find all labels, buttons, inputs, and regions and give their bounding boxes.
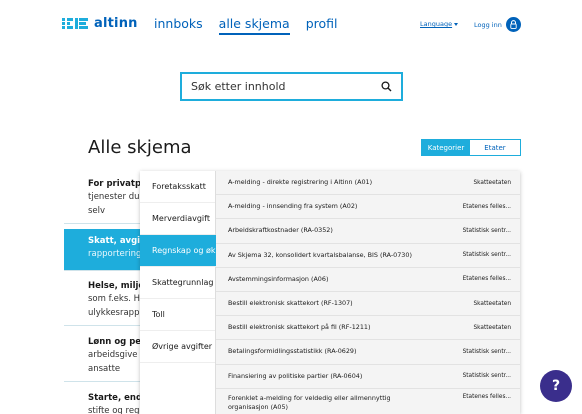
logo-mark-icon [62, 18, 89, 29]
subcategory-item[interactable]: Øvrige avgifter [140, 331, 215, 363]
language-selector[interactable]: Language [420, 20, 459, 28]
form-row[interactable]: Avstemmingsinformasjon (A06) Etatenes fe… [216, 267, 520, 292]
form-owner: Statistisk sentr... [462, 227, 511, 234]
subcategory-item[interactable]: Foretaksskatt [140, 171, 215, 203]
page-title: Alle skjema [88, 137, 192, 158]
padlock-icon [505, 17, 521, 32]
form-owner: Skatteetaten [473, 324, 511, 331]
search-input[interactable]: Søk etter innhold [191, 80, 375, 93]
subcategory-item[interactable]: Toll [140, 299, 215, 331]
subcategory-list: Foretaksskatt Merverdiavgift Regnskap og… [140, 171, 218, 414]
form-row[interactable]: Betalingsformidlingsstatistikk (RA-0629)… [216, 340, 520, 365]
logo-text: altinn [94, 16, 138, 31]
altinn-logo[interactable]: altinn [62, 16, 138, 31]
form-owner: Etatenes felles... [462, 393, 511, 400]
search-icon[interactable] [375, 76, 397, 98]
form-list: A-melding - direkte registrering i Altin… [216, 171, 520, 414]
help-button[interactable]: ? [540, 370, 572, 402]
subcategory-item[interactable]: Skattegrunnlag [140, 267, 215, 299]
nav-profil[interactable]: profil [306, 16, 338, 35]
form-name: Finansiering av politiske partier (RA-06… [228, 371, 363, 380]
form-row[interactable]: Finansiering av politiske partier (RA-06… [216, 364, 520, 389]
form-owner: Statistisk sentr... [462, 348, 511, 355]
form-name: Bestill elektronisk skattekort (RF-1307) [228, 299, 353, 308]
form-row[interactable]: Av Skjema 32, konsolidert kvartalsbalans… [216, 243, 520, 268]
view-toggle: Kategorier Etater [421, 139, 521, 156]
form-owner: Skatteetaten [473, 179, 511, 186]
form-name: A-melding - direkte registrering i Altin… [228, 178, 373, 187]
subcategory-item[interactable]: Merverdiavgift [140, 203, 215, 235]
form-name: Avstemmingsinformasjon (A06) [228, 274, 329, 283]
search-box[interactable]: Søk etter innhold [180, 72, 403, 101]
form-row[interactable]: Bestill elektronisk skattekort (RF-1307)… [216, 291, 520, 317]
form-name: Bestill elektronisk skattekort på fil (R… [228, 323, 371, 332]
toggle-etater[interactable]: Etater [470, 140, 520, 155]
form-name: Betalingsformidlingsstatistikk (RA-0629) [228, 347, 357, 356]
login-label: Logg inn [474, 20, 502, 29]
caret-down-icon [454, 22, 459, 26]
form-row[interactable]: A-melding - direkte registrering i Altin… [216, 171, 520, 196]
login-button[interactable]: Logg inn [474, 17, 521, 32]
nav-innboks[interactable]: innboks [154, 16, 203, 35]
form-row[interactable]: A-melding - innsending fra system (A02) … [216, 195, 520, 220]
form-owner: Etatenes felles... [462, 276, 511, 283]
form-owner: Statistisk sentr... [462, 252, 511, 259]
nav-alle-skjema[interactable]: alle skjema [218, 16, 290, 35]
form-row[interactable]: Bestill elektronisk skattekort på fil (R… [216, 316, 520, 341]
language-label: Language [420, 20, 453, 28]
form-owner: Statistisk sentr... [462, 373, 511, 380]
form-name: A-melding - innsending fra system (A02) [228, 202, 358, 211]
form-owner: Etatenes felles... [462, 203, 511, 210]
form-owner: Skatteetaten [473, 300, 511, 307]
form-row[interactable]: Forenklet a-melding for veldedig eller a… [216, 388, 520, 414]
form-name: Forenklet a-melding for veldedig eller a… [228, 393, 391, 411]
site-header: altinn innboks alle skjema profil Langua… [0, 0, 582, 50]
category-dropdown: Foretaksskatt Merverdiavgift Regnskap og… [140, 171, 520, 414]
form-row[interactable]: Arbeidskraftkostnader (RA-0352) Statisti… [216, 219, 520, 244]
subcategory-item-active[interactable]: Regnskap og øk [140, 235, 218, 267]
main-nav: innboks alle skjema profil [154, 16, 337, 35]
form-name: Arbeidskraftkostnader (RA-0352) [228, 226, 333, 235]
form-name: Av Skjema 32, konsolidert kvartalsbalans… [228, 250, 412, 259]
toggle-kategorier[interactable]: Kategorier [422, 140, 470, 155]
